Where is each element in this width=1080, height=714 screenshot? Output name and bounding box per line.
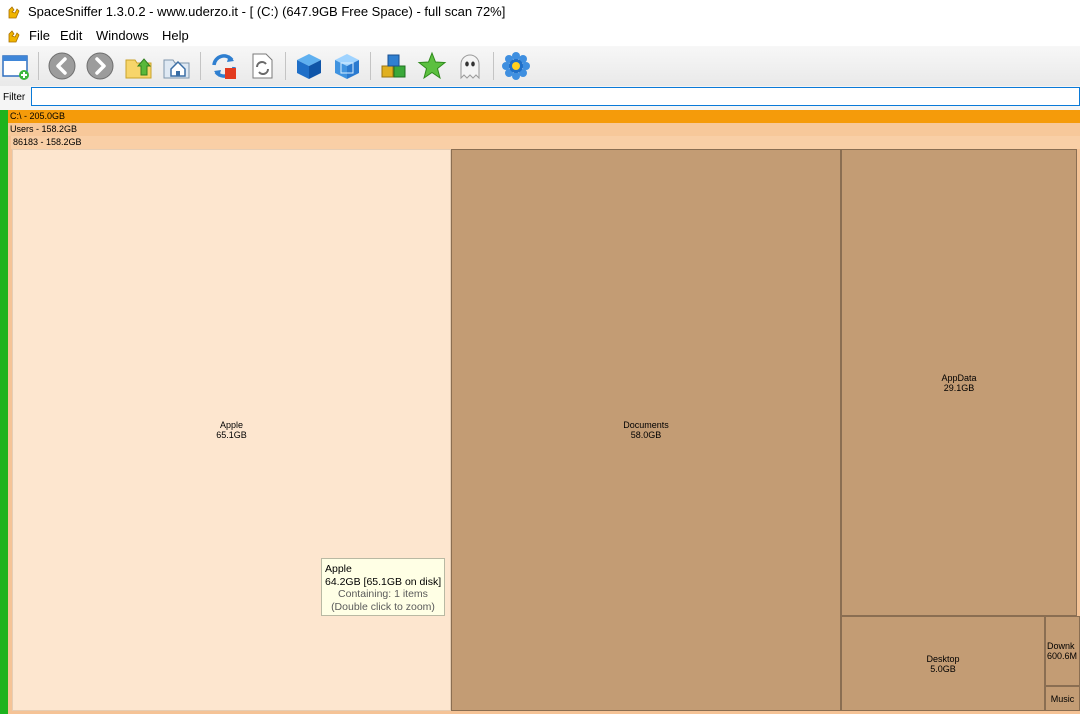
tile-downloads[interactable]: Downk 600.6M (1045, 616, 1080, 686)
tile-name: Desktop (926, 653, 960, 664)
new-window-button[interactable] (0, 50, 32, 82)
treemap-level-users[interactable]: Users - 158.2GB (8, 123, 1080, 136)
filter-input[interactable] (31, 87, 1080, 106)
gear-flower-icon (502, 52, 530, 80)
back-icon (48, 52, 76, 80)
star-icon (417, 51, 447, 80)
refresh-icon (212, 54, 236, 79)
treemap-view[interactable]: C:\ - 205.0GB Users - 158.2GB 86183 - 15… (0, 110, 1080, 714)
app-menu-icon[interactable] (6, 28, 22, 44)
ghost-button[interactable] (454, 50, 486, 82)
menu-windows[interactable]: Windows (94, 27, 151, 44)
tooltip: Apple 64.2GB [65.1GB on disk] Containing… (321, 558, 445, 616)
tile-desktop[interactable]: Desktop 5.0GB (841, 616, 1045, 711)
tile-name: AppData (941, 372, 977, 383)
filter-label: Filter (3, 92, 26, 103)
menu-bar: File Edit Windows Help (0, 24, 1080, 46)
new-window-icon (2, 55, 29, 80)
app-logo-icon (8, 6, 20, 19)
tooltip-size: 64.2GB [65.1GB on disk] (325, 575, 442, 588)
menu-file[interactable]: File (27, 27, 52, 44)
tile-name: Music (1050, 693, 1075, 704)
home-folder-button[interactable] (161, 50, 193, 82)
refresh-button[interactable] (208, 50, 240, 82)
tile-size: 5.0GB (930, 663, 956, 674)
window-title: SpaceSniffer 1.3.0.2 - www.uderzo.it - [… (28, 4, 506, 19)
toolbar-separator (38, 52, 39, 80)
tile-music[interactable]: Music (1045, 686, 1080, 711)
treemap-level-user-folder[interactable]: 86183 - 158.2GB (11, 136, 1080, 149)
title-bar: SpaceSniffer 1.3.0.2 - www.uderzo.it - [… (0, 0, 1080, 24)
cube-transparent-button[interactable] (331, 50, 363, 82)
boxes-icon (381, 54, 406, 78)
parent-folder-icon (125, 58, 152, 79)
tile-name: Downk (1047, 641, 1075, 651)
tooltip-hint: (Double click to zoom) (331, 600, 435, 613)
tile-name: Apple (219, 420, 244, 430)
tile-size: 600.6M (1047, 651, 1078, 661)
tile-apple[interactable]: Apple 65.1GB (12, 149, 451, 711)
forward-button[interactable] (84, 50, 116, 82)
treemap-level-label: 86183 - 158.2GB (13, 137, 82, 147)
tooltip-title: Apple (325, 563, 352, 575)
tile-size: 58.0GB (630, 430, 662, 440)
home-folder-icon (163, 59, 190, 79)
tile-documents[interactable]: Documents 58.0GB (451, 149, 841, 711)
tile-size: 29.1GB (943, 382, 975, 393)
toolbar-separator (370, 52, 371, 80)
tile-size: 65.1GB (216, 430, 247, 440)
toolbar-separator (200, 52, 201, 80)
tooltip-containing: Containing: 1 items (338, 588, 428, 600)
menu-help[interactable]: Help (160, 27, 191, 44)
treemap-level-root[interactable]: C:\ - 205.0GB (8, 110, 1080, 123)
star-button[interactable] (416, 50, 448, 82)
treemap-level-label: C:\ - 205.0GB (10, 111, 66, 121)
free-space-bar (0, 110, 8, 714)
cube-transparent-icon (335, 54, 359, 79)
filter-bar: Filter (0, 86, 1080, 110)
ghost-icon (460, 54, 480, 80)
boxes-button[interactable] (378, 50, 410, 82)
treemap-level-label: Users - 158.2GB (10, 124, 78, 134)
toolbar-separator (493, 52, 494, 80)
cube-solid-icon (297, 54, 321, 79)
tile-name: Documents (623, 420, 669, 430)
back-button[interactable] (46, 50, 78, 82)
menu-edit[interactable]: Edit (58, 27, 84, 44)
toolbar (0, 46, 1080, 87)
forward-icon (86, 52, 114, 80)
toolbar-separator (285, 52, 286, 80)
tile-appdata[interactable]: AppData 29.1GB (841, 149, 1077, 616)
cube-solid-button[interactable] (293, 50, 325, 82)
parent-folder-button[interactable] (123, 50, 155, 82)
settings-button[interactable] (500, 50, 532, 82)
refresh-document-button[interactable] (246, 50, 278, 82)
refresh-document-icon (252, 53, 273, 79)
